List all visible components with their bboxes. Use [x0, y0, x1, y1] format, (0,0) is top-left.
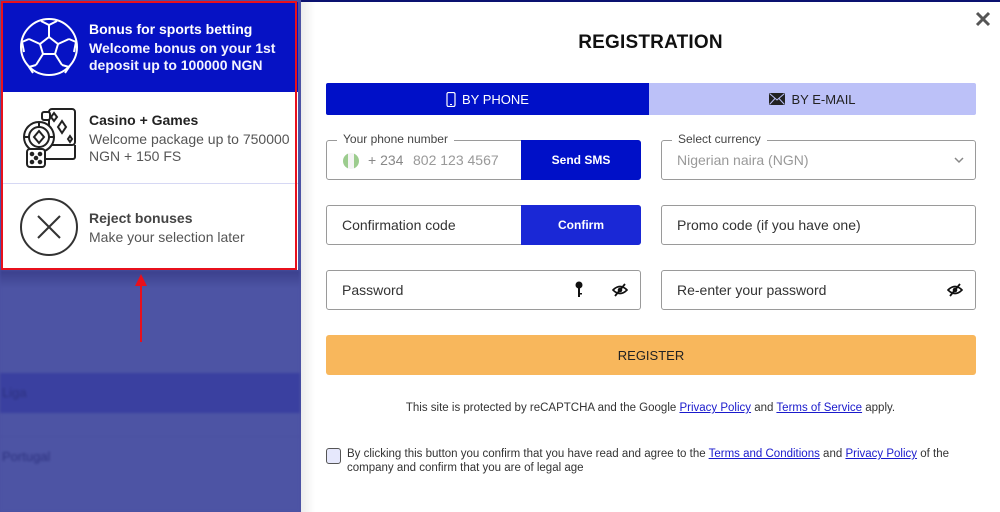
tab-label: BY E-MAIL	[791, 91, 856, 107]
key-icon[interactable]	[575, 281, 583, 299]
agreement-row: By clicking this button you confirm that…	[326, 447, 986, 475]
registration-modal: REGISTRATION BY PHONE BY E-MAIL Your pho…	[301, 0, 1000, 512]
bonus-title: Casino + Games	[89, 111, 199, 128]
repeat-password-field[interactable]: Re-enter your password	[661, 270, 976, 310]
casino-cards-chips-dice-icon	[18, 107, 80, 169]
registration-method-tabs: BY PHONE BY E-MAIL	[326, 83, 976, 115]
agreement-checkbox[interactable]	[326, 448, 341, 464]
confirm-button[interactable]: Confirm	[521, 205, 641, 245]
annotation-arrow-icon	[135, 274, 147, 342]
bonus-description: Welcome bonus on your 1st deposit up to …	[89, 40, 276, 73]
password-input[interactable]: Password	[342, 271, 403, 309]
agreement-text-part: and	[819, 448, 846, 460]
close-button[interactable]	[974, 10, 992, 28]
background-row-portugal: Portugal	[0, 436, 300, 476]
phone-icon	[446, 91, 456, 107]
send-sms-button[interactable]: Send SMS	[521, 140, 641, 180]
modal-title: REGISTRATION	[578, 32, 723, 53]
repeat-password-input[interactable]: Re-enter your password	[677, 271, 826, 309]
bonus-title: Bonus for sports betting	[89, 21, 253, 37]
recaptcha-text: and	[751, 402, 777, 414]
bonus-option-sports[interactable]: Bonus for sports betting Welcome bonus o…	[2, 2, 298, 92]
recaptcha-text: This site is protected by reCAPTCHA and …	[405, 402, 680, 414]
agreement-text: By clicking this button you confirm that…	[347, 447, 986, 475]
confirmation-code-field[interactable]: Confirmation code Confirm	[326, 205, 641, 245]
chevron-down-icon	[954, 157, 964, 164]
promo-code-field[interactable]: Promo code (if you have one)	[661, 205, 976, 245]
password-field[interactable]: Password	[326, 270, 641, 310]
privacy-policy-link[interactable]: Privacy Policy	[679, 402, 751, 414]
bonus-description: Welcome package up to 750000 NGN + 150 F…	[89, 130, 290, 164]
tab-by-email[interactable]: BY E-MAIL	[649, 83, 976, 115]
recaptcha-text: apply.	[862, 402, 896, 414]
hide-password-eye-icon[interactable]	[947, 283, 963, 297]
soccer-ball-icon	[18, 16, 80, 78]
bonus-option-casino[interactable]: Casino + Games Welcome package up to 750…	[2, 92, 298, 184]
reject-x-circle-icon	[18, 196, 80, 258]
promo-code-input[interactable]: Promo code (if you have one)	[677, 206, 861, 244]
tab-by-phone[interactable]: BY PHONE	[326, 83, 649, 115]
phone-number-input[interactable]: 802 123 4567	[413, 141, 499, 179]
agreement-text-part: By clicking this button you confirm that…	[347, 448, 709, 460]
terms-of-service-link[interactable]: Terms of Service	[776, 402, 862, 414]
bonus-selection-panel: Bonus for sports betting Welcome bonus o…	[2, 2, 298, 270]
hide-password-eye-icon[interactable]	[612, 283, 628, 297]
panel-shadow	[0, 270, 300, 288]
recaptcha-notice: This site is protected by reCAPTCHA and …	[301, 402, 1000, 414]
currency-select[interactable]: Select currency Nigerian naira (NGN)	[661, 132, 976, 180]
bonus-description: Make your selection later	[89, 228, 245, 245]
terms-and-conditions-link[interactable]: Terms and Conditions	[709, 448, 820, 460]
phone-number-field[interactable]: Your phone number + 234 802 123 4567 Sen…	[326, 132, 641, 180]
background-row-liga: Liga	[0, 373, 300, 413]
bonus-title: Reject bonuses	[89, 209, 193, 226]
currency-selected-value: Nigerian naira (NGN)	[677, 152, 809, 168]
register-button[interactable]: REGISTER	[326, 335, 976, 375]
envelope-icon	[769, 93, 786, 105]
confirmation-code-input[interactable]: Confirmation code	[342, 206, 456, 244]
country-code: + 234	[368, 152, 404, 168]
nigeria-flag-icon	[343, 153, 359, 169]
close-icon	[975, 11, 991, 27]
bonus-option-reject[interactable]: Reject bonuses Make your selection later	[2, 184, 298, 270]
privacy-policy-link[interactable]: Privacy Policy	[845, 448, 917, 460]
tab-label: BY PHONE	[462, 91, 529, 107]
